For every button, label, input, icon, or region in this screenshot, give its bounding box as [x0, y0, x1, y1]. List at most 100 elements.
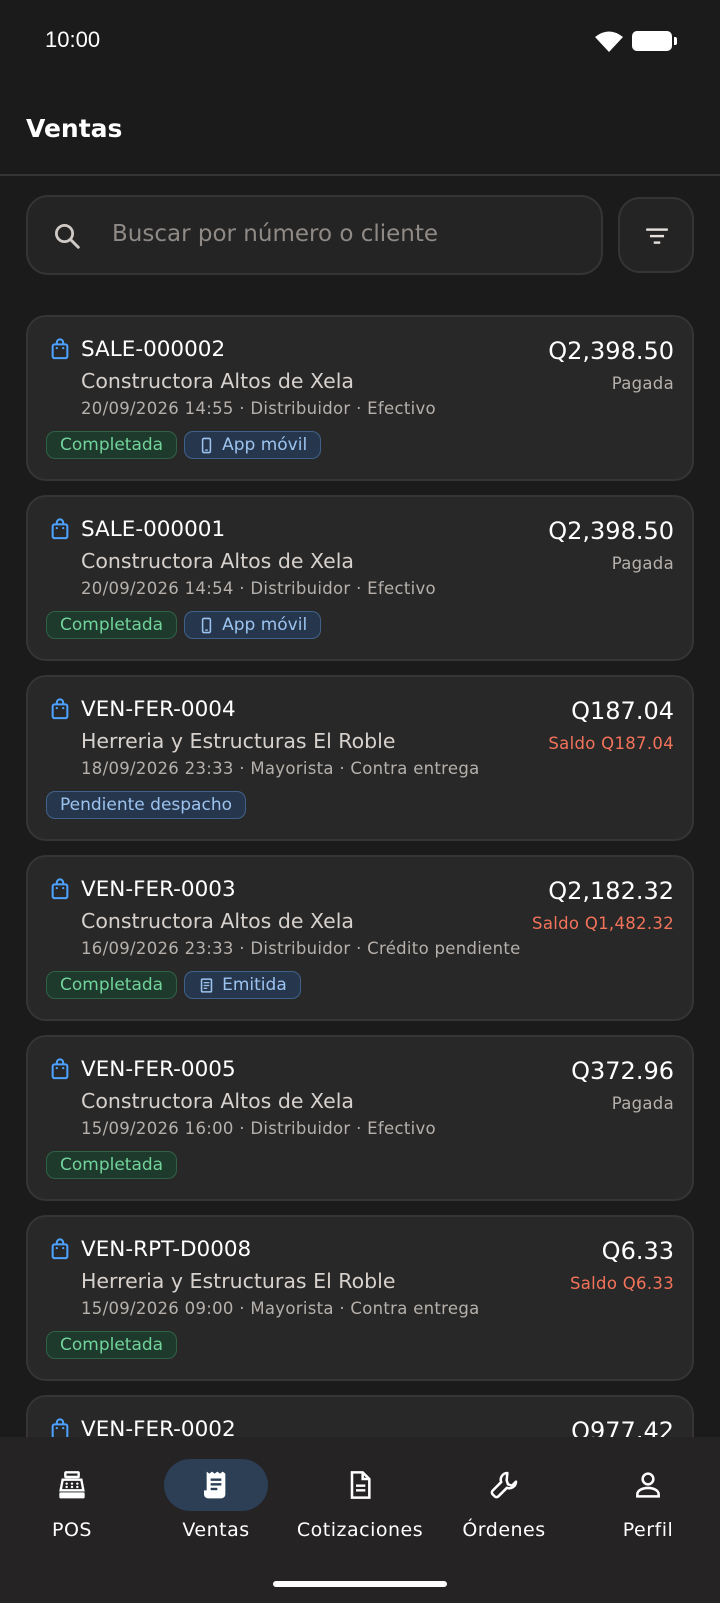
phone-icon: [201, 437, 212, 453]
search-placeholder: Buscar por número o cliente: [112, 221, 439, 247]
sale-number: SALE-000001: [81, 517, 226, 542]
status-badge-label: Completada: [60, 435, 164, 455]
sale-number: VEN-RPT-D0008: [81, 1237, 252, 1262]
receipt-long-icon: [204, 1471, 226, 1499]
nav-label: Cotizaciones: [296, 1519, 424, 1541]
customer-name: Constructora Altos de Xela: [81, 369, 354, 393]
shopping-bag-icon: [51, 518, 69, 540]
nav-label: Órdenes: [462, 1519, 546, 1541]
person-icon: [636, 1472, 660, 1498]
shopping-bag-icon: [51, 878, 69, 900]
sale-number: VEN-FER-0002: [81, 1417, 236, 1437]
battery-icon: [632, 31, 677, 51]
home-indicator: [273, 1581, 447, 1587]
status-badge: Emitida: [184, 971, 301, 999]
sale-total: Q187.04: [571, 697, 674, 725]
search-input[interactable]: Buscar por número o cliente: [26, 195, 603, 275]
status-badge-label: Completada: [60, 1155, 164, 1175]
status-badge-label: Completada: [60, 1335, 164, 1355]
status-bar: 10:00: [0, 0, 720, 84]
status-chips: Completada: [46, 1331, 178, 1359]
status-time: 10:00: [45, 27, 101, 52]
nav-item-cotizaciones[interactable]: Cotizaciones: [288, 1437, 432, 1567]
status-badge: Completada: [46, 1331, 178, 1359]
search-icon: [55, 224, 80, 249]
status-badge-label: App móvil: [222, 615, 308, 635]
customer-name: Constructora Altos de Xela: [81, 909, 354, 933]
sale-number: SALE-000002: [81, 337, 226, 362]
filter-icon: [646, 228, 668, 244]
sale-number: VEN-FER-0003: [81, 877, 236, 902]
sale-total: Q977.42: [571, 1417, 674, 1437]
customer-name: Herreria y Estructuras El Roble: [81, 1269, 396, 1293]
status-badge-label: Emitida: [222, 975, 287, 995]
app-bar: Ventas: [0, 84, 720, 176]
balance-due: Saldo Q187.04: [548, 734, 674, 753]
sale-number: VEN-FER-0005: [81, 1057, 236, 1082]
sale-card[interactable]: VEN-FER-0002 Q977.42: [26, 1395, 694, 1437]
wrench-icon: [490, 1471, 518, 1499]
sales-list[interactable]: SALE-000002 Constructora Altos de Xela 20/…: [26, 315, 694, 1437]
status-badge: App móvil: [184, 431, 322, 459]
shopping-bag-icon: [51, 1238, 69, 1260]
sale-card[interactable]: VEN-FER-0004 Herreria y Estructuras El Ro…: [26, 675, 694, 841]
sale-number: VEN-FER-0004: [81, 697, 236, 722]
bottom-navigation: POS Ventas Cotizaciones Órdenes Perfil: [0, 1437, 720, 1603]
status-badge-label: Completada: [60, 975, 164, 995]
sale-meta: 20/09/2026 14:55 · Distribuidor · Efecti…: [81, 399, 436, 418]
sale-meta: 18/09/2026 23:33 · Mayorista · Contra en…: [81, 759, 480, 778]
sale-meta: 15/09/2026 16:00 · Distribuidor · Efecti…: [81, 1119, 436, 1138]
nav-item-pos[interactable]: POS: [0, 1437, 144, 1567]
sale-total: Q2,398.50: [548, 337, 674, 365]
status-badge-label: App móvil: [222, 435, 308, 455]
page-title: Ventas: [26, 114, 123, 143]
filter-button[interactable]: [618, 197, 694, 273]
sale-meta: 20/09/2026 14:54 · Distribuidor · Efecti…: [81, 579, 436, 598]
sale-card[interactable]: SALE-000002 Constructora Altos de Xela 20/…: [26, 315, 694, 481]
status-chips: Completada App móvil: [46, 431, 322, 459]
nav-label: Ventas: [182, 1519, 250, 1541]
nav-item-ventas[interactable]: Ventas: [144, 1437, 288, 1567]
nav-item-perfil[interactable]: Perfil: [576, 1437, 720, 1567]
shopping-bag-icon: [51, 1418, 69, 1437]
shopping-bag-icon: [51, 1058, 69, 1080]
sale-meta: 15/09/2026 09:00 · Mayorista · Contra en…: [81, 1299, 480, 1318]
nav-item-ordenes[interactable]: Órdenes: [432, 1437, 576, 1567]
sale-total: Q2,182.32: [548, 877, 674, 905]
shopping-bag-icon: [51, 338, 69, 360]
status-badge: App móvil: [184, 611, 322, 639]
nav-label: POS: [52, 1519, 92, 1541]
wifi-icon: [595, 31, 623, 52]
status-badge-label: Completada: [60, 615, 164, 635]
status-badge: Completada: [46, 431, 178, 459]
payment-status: Pagada: [611, 374, 674, 393]
sale-card[interactable]: VEN-RPT-D0008 Herreria y Estructuras El R…: [26, 1215, 694, 1381]
sale-total: Q6.33: [601, 1237, 674, 1265]
status-badge: Completada: [46, 611, 178, 639]
sale-card[interactable]: SALE-000001 Constructora Altos de Xela 20/…: [26, 495, 694, 661]
status-badge: Pendiente despacho: [46, 791, 246, 819]
status-chips: Completada App móvil: [46, 611, 322, 639]
payment-status: Pagada: [611, 554, 674, 573]
shopping-bag-icon: [51, 698, 69, 720]
payment-status: Pagada: [611, 1094, 674, 1113]
sale-total: Q2,398.50: [548, 517, 674, 545]
sale-total: Q372.96: [571, 1057, 674, 1085]
customer-name: Constructora Altos de Xela: [81, 549, 354, 573]
receipt-icon: [200, 977, 213, 993]
customer-name: Herreria y Estructuras El Roble: [81, 729, 396, 753]
sale-card[interactable]: VEN-FER-0005 Constructora Altos de Xela 15…: [26, 1035, 694, 1201]
balance-due: Saldo Q1,482.32: [532, 914, 674, 933]
status-chips: Completada Emitida: [46, 971, 301, 999]
sale-meta: 16/09/2026 23:33 · Distribuidor · Crédit…: [81, 939, 521, 958]
cash-register-icon: [59, 1471, 85, 1499]
status-badge: Completada: [46, 1151, 178, 1179]
sale-card[interactable]: VEN-FER-0003 Constructora Altos de Xela 16…: [26, 855, 694, 1021]
status-badge-label: Pendiente despacho: [60, 795, 232, 815]
customer-name: Constructora Altos de Xela: [81, 1089, 354, 1113]
status-chips: Pendiente despacho: [46, 791, 246, 819]
status-badge: Completada: [46, 971, 178, 999]
document-icon: [350, 1471, 371, 1499]
nav-label: Perfil: [622, 1519, 674, 1541]
status-chips: Completada: [46, 1151, 178, 1179]
